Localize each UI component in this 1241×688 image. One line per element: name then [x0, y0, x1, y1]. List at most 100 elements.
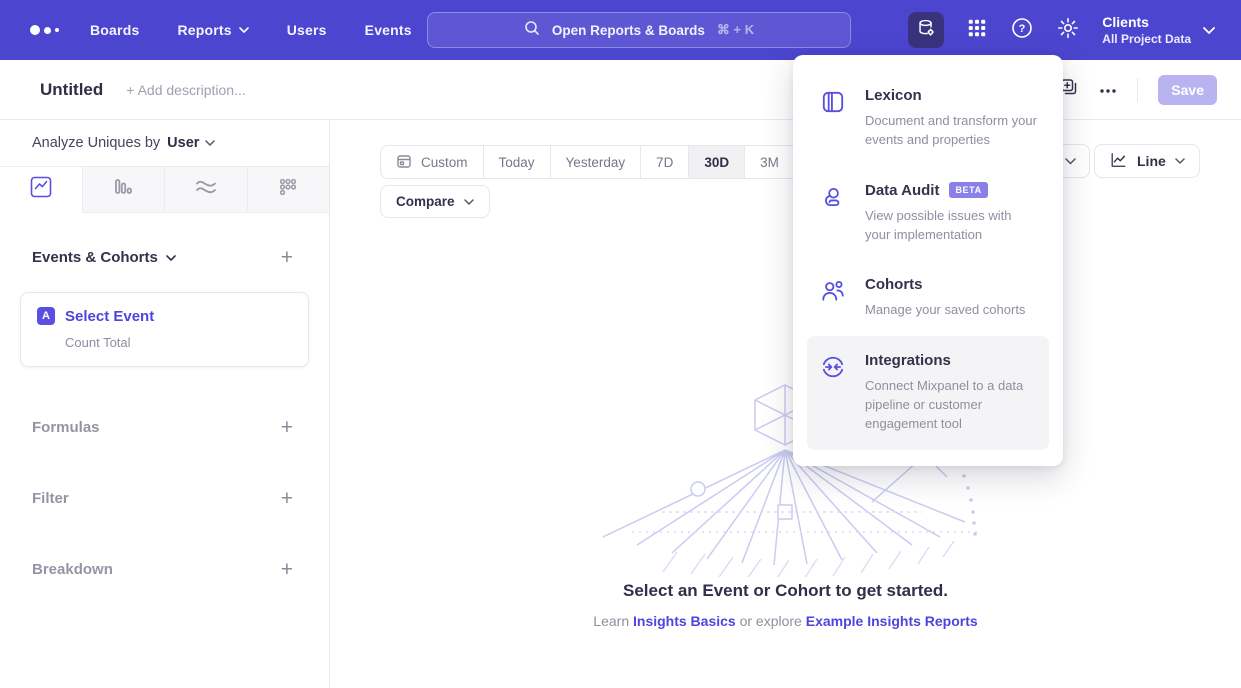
- nav-item-users[interactable]: Users: [287, 22, 327, 38]
- breakdown-label: Breakdown: [32, 561, 113, 578]
- ellipsis-icon: [1099, 81, 1117, 99]
- nav-item-events[interactable]: Events: [365, 22, 412, 38]
- bar-chart-tab-icon: [111, 175, 135, 204]
- tab-metrics[interactable]: [247, 167, 330, 213]
- menu-item-desc: Manage your saved cohorts: [865, 301, 1025, 320]
- flow-tab-icon: [193, 175, 219, 204]
- chevron-down-icon: [1065, 158, 1076, 165]
- beta-badge: BETA: [949, 182, 987, 198]
- nav-item-reports[interactable]: Reports: [177, 22, 248, 38]
- insights-basics-link[interactable]: Insights Basics: [633, 613, 736, 629]
- menu-item-integrations[interactable]: Integrations Connect Mixpanel to a data …: [807, 336, 1049, 450]
- help-icon: ?: [1010, 16, 1034, 45]
- tab-insights-line[interactable]: [0, 167, 82, 213]
- learn-prefix: Learn: [593, 613, 633, 629]
- chart-type-tabs: [0, 166, 329, 213]
- tab-flow[interactable]: [164, 167, 247, 213]
- date-range-3m[interactable]: 3M: [744, 146, 794, 178]
- data-audit-icon: [819, 182, 847, 245]
- help-button[interactable]: ?: [1010, 16, 1034, 45]
- svg-text:?: ?: [1019, 23, 1026, 35]
- select-event-label[interactable]: Select Event: [65, 308, 154, 325]
- compare-button[interactable]: Compare: [380, 185, 490, 218]
- event-card[interactable]: A Select Event Count Total: [20, 292, 309, 367]
- count-total-selector[interactable]: Count Total: [65, 335, 292, 350]
- add-description-field[interactable]: + Add description...: [126, 82, 245, 98]
- divider: [1137, 78, 1138, 102]
- clients-label: Clients: [1102, 14, 1191, 30]
- nav-links: Boards Reports Users Events: [90, 22, 412, 38]
- formulas-label: Formulas: [32, 419, 100, 436]
- menu-item-lexicon[interactable]: Lexicon Document and transform your even…: [807, 71, 1049, 166]
- analyze-by-label: Analyze Uniques by: [32, 135, 160, 151]
- date-range-yesterday[interactable]: Yesterday: [550, 146, 641, 178]
- empty-state-heading: Select an Event or Cohort to get started…: [330, 581, 1241, 601]
- menu-item-desc: View possible issues with your implement…: [865, 207, 1037, 245]
- tab-bar-chart[interactable]: [82, 167, 165, 213]
- line-chart-icon: [1109, 151, 1128, 172]
- chevron-down-icon: [1203, 27, 1215, 34]
- series-badge: A: [37, 307, 55, 325]
- more-options-button[interactable]: [1099, 81, 1117, 99]
- line-chart-tab-icon: [29, 175, 53, 204]
- lexicon-icon: [819, 87, 847, 150]
- chevron-down-icon: [464, 199, 474, 205]
- cohorts-icon: [819, 276, 847, 320]
- add-formula-button[interactable]: +: [281, 417, 293, 438]
- menu-item-title: Integrations: [865, 352, 951, 369]
- metrics-tab-icon: [276, 175, 300, 204]
- top-navbar: Boards Reports Users Events Open Reports…: [0, 0, 1241, 60]
- save-button[interactable]: Save: [1158, 75, 1217, 105]
- search-shortcut: ⌘ + K: [717, 22, 754, 38]
- search-placeholder: Open Reports & Boards: [552, 23, 705, 38]
- events-cohorts-header: Events & Cohorts +: [0, 213, 329, 268]
- chevron-down-icon: [1175, 158, 1185, 164]
- apps-grid-button[interactable]: [966, 17, 988, 44]
- database-gear-icon: [915, 17, 937, 44]
- breakdown-section: Breakdown +: [0, 559, 329, 580]
- project-label: All Project Data: [1102, 32, 1191, 46]
- analyze-by-row: Analyze Uniques by User: [0, 120, 329, 166]
- gear-icon: [1056, 16, 1080, 45]
- menu-item-data-audit[interactable]: Data Audit BETA View possible issues with…: [807, 166, 1049, 261]
- add-filter-button[interactable]: +: [281, 488, 293, 509]
- chevron-down-icon: [166, 255, 176, 261]
- date-range-7d[interactable]: 7D: [640, 146, 688, 178]
- date-range-control: Custom Today Yesterday 7D 30D 3M 6M: [380, 145, 845, 179]
- formulas-section: Formulas +: [0, 417, 329, 438]
- add-breakdown-button[interactable]: +: [281, 559, 293, 580]
- settings-button[interactable]: [1056, 16, 1080, 45]
- report-title[interactable]: Untitled: [40, 80, 103, 100]
- menu-item-title: Cohorts: [865, 276, 923, 293]
- grid-icon: [966, 17, 988, 44]
- query-sidebar: Analyze Uniques by User Events & Cohorts…: [0, 120, 330, 688]
- data-management-button[interactable]: [908, 12, 944, 48]
- add-event-button[interactable]: +: [281, 247, 293, 268]
- project-selector[interactable]: Clients All Project Data: [1102, 14, 1215, 46]
- mixpanel-logo[interactable]: [30, 25, 60, 35]
- date-range-custom[interactable]: Custom: [381, 146, 483, 178]
- example-insights-reports-link[interactable]: Example Insights Reports: [806, 613, 978, 629]
- navbar-right: ? Clients All Project Data: [908, 0, 1215, 60]
- filter-section: Filter +: [0, 488, 329, 509]
- nav-item-boards[interactable]: Boards: [90, 22, 139, 38]
- menu-item-desc: Connect Mixpanel to a data pipeline or c…: [865, 377, 1037, 434]
- date-range-today[interactable]: Today: [483, 146, 550, 178]
- report-canvas: Custom Today Yesterday 7D 30D 3M 6M Comp…: [330, 120, 1241, 688]
- integrations-icon: [819, 352, 847, 434]
- events-cohorts-toggle[interactable]: Events & Cohorts: [32, 249, 176, 266]
- empty-state-subtext: Learn Insights Basics or explore Example…: [330, 613, 1241, 629]
- explore-middle: or explore: [736, 613, 806, 629]
- chart-type-selector[interactable]: Line: [1094, 144, 1200, 178]
- menu-item-cohorts[interactable]: Cohorts Manage your saved cohorts: [807, 260, 1049, 336]
- menu-item-title: Lexicon: [865, 87, 922, 104]
- menu-item-title: Data Audit: [865, 182, 939, 199]
- date-range-30d[interactable]: 30D: [688, 146, 744, 178]
- global-search-input[interactable]: Open Reports & Boards ⌘ + K: [427, 12, 851, 48]
- chevron-down-icon: [205, 140, 215, 146]
- menu-item-desc: Document and transform your events and p…: [865, 112, 1037, 150]
- chevron-down-icon: [239, 27, 249, 33]
- filter-label: Filter: [32, 490, 69, 507]
- analyze-by-selector[interactable]: User: [167, 135, 215, 151]
- search-icon: [524, 20, 540, 41]
